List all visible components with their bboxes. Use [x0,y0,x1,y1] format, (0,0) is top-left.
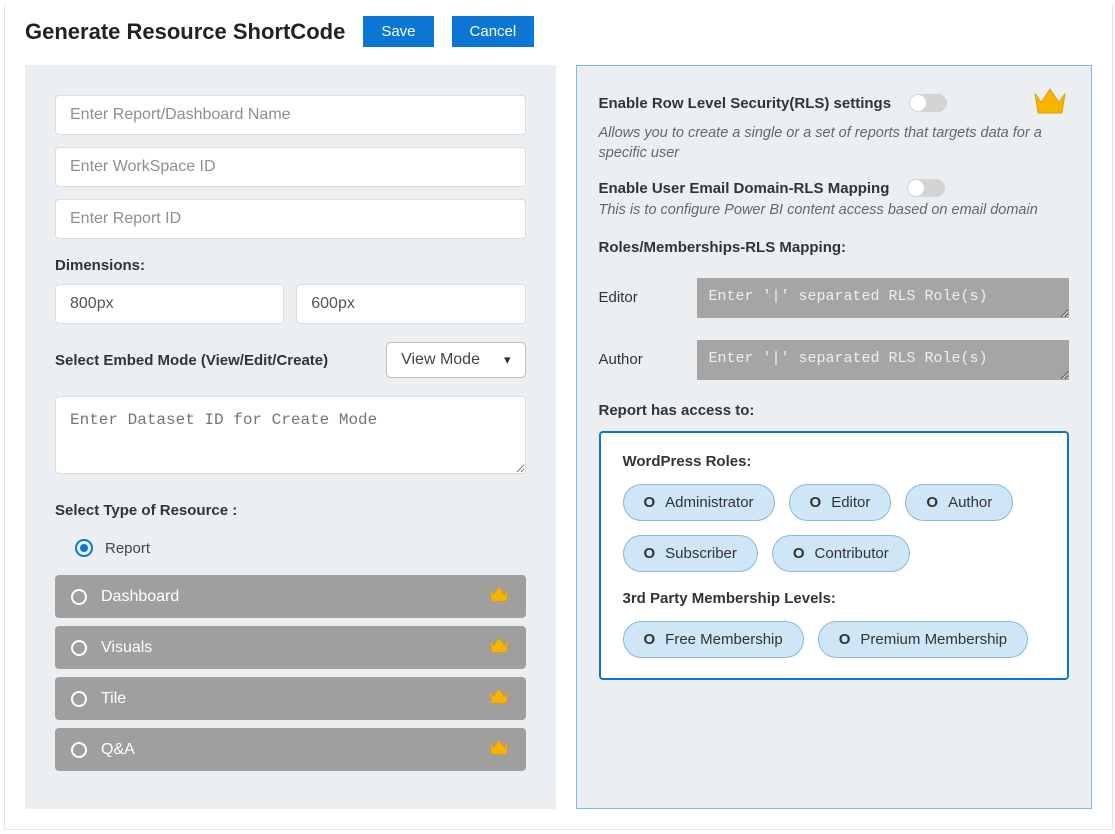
membership-label: 3rd Party Membership Levels: [623,590,1046,607]
wp-roles-label: WordPress Roles: [623,453,1046,470]
dimensions-label: Dimensions: [55,257,526,274]
dimensions-row [55,284,526,336]
crown-icon [488,636,510,659]
cancel-button[interactable]: Cancel [452,16,535,47]
domain-rls-row: Enable User Email Domain-RLS Mapping Thi… [599,179,1070,221]
radio-unselected-icon [71,742,87,758]
resource-type-tile[interactable]: Tile [55,677,526,720]
mapping-editor-row: Editor [599,278,1070,318]
save-button[interactable]: Save [363,16,433,47]
wp-roles-pills: OAdministrator OEditor OAuthor OSubscrib… [623,484,1046,572]
radio-unselected-icon [71,640,87,656]
dataset-id-input[interactable] [55,396,526,474]
panels: Dimensions: Select Embed Mode (View/Edit… [25,65,1092,809]
embed-mode-value: View Mode [401,351,480,369]
rls-toggle[interactable] [909,94,947,112]
header: Generate Resource ShortCode Save Cancel [25,16,1092,47]
circle-icon: O [644,545,656,562]
report-name-input[interactable] [55,95,526,135]
circle-icon: O [793,545,805,562]
resource-type-qa-label: Q&A [101,741,135,759]
resource-type-qa[interactable]: Q&A [55,728,526,771]
chevron-down-icon: ▾ [504,352,511,368]
embed-mode-select[interactable]: View Mode ▾ [386,342,525,378]
crown-icon [1031,86,1069,120]
circle-icon: O [644,494,656,511]
circle-icon: O [810,494,822,511]
resource-type-report-label: Report [105,540,150,557]
circle-icon: O [926,494,938,511]
role-pill-administrator[interactable]: OAdministrator [623,484,775,521]
app-frame: Generate Resource ShortCode Save Cancel … [4,4,1113,830]
workspace-id-input[interactable] [55,147,526,187]
domain-rls-description: This is to configure Power BI content ac… [599,201,1070,221]
width-input[interactable] [55,284,284,324]
resource-type-label: Select Type of Resource : [55,502,526,519]
domain-rls-title: Enable User Email Domain-RLS Mapping [599,180,890,197]
circle-icon: O [644,631,656,648]
crown-icon [488,585,510,608]
membership-pills: OFree Membership OPremium Membership [623,621,1046,658]
role-pill-contributor[interactable]: OContributor [772,535,910,572]
embed-mode-label: Select Embed Mode (View/Edit/Create) [55,352,328,369]
membership-pill-free[interactable]: OFree Membership [623,621,804,658]
rls-description: Allows you to create a single or a set o… [599,124,1070,163]
crown-icon [488,687,510,710]
mapping-author-row: Author [599,340,1070,380]
radio-unselected-icon [71,691,87,707]
radio-selected-icon [75,539,93,557]
resource-type-visuals-label: Visuals [101,639,152,657]
resource-type-visuals[interactable]: Visuals [55,626,526,669]
role-pill-author[interactable]: OAuthor [905,484,1013,521]
report-id-input[interactable] [55,199,526,239]
page-title: Generate Resource ShortCode [25,19,345,45]
mapping-author-input[interactable] [697,340,1070,380]
mapping-editor-input[interactable] [697,278,1070,318]
access-box: WordPress Roles: OAdministrator OEditor … [599,431,1070,680]
rls-setting-row: Enable Row Level Security(RLS) settings … [599,86,1070,163]
mapping-author-label: Author [599,351,679,368]
resource-type-tile-label: Tile [101,690,126,708]
role-pill-subscriber[interactable]: OSubscriber [623,535,758,572]
radio-unselected-icon [71,589,87,605]
left-panel: Dimensions: Select Embed Mode (View/Edit… [25,65,556,809]
height-input[interactable] [296,284,525,324]
rls-title: Enable Row Level Security(RLS) settings [599,95,892,112]
rls-mapping-title: Roles/Memberships-RLS Mapping: [599,239,1070,256]
resource-type-report[interactable]: Report [55,529,526,567]
mapping-editor-label: Editor [599,289,679,306]
embed-mode-row: Select Embed Mode (View/Edit/Create) Vie… [55,342,526,378]
circle-icon: O [839,631,851,648]
right-panel: Enable Row Level Security(RLS) settings … [576,65,1093,809]
resource-type-dashboard-label: Dashboard [101,588,179,606]
domain-rls-toggle[interactable] [907,179,945,197]
role-pill-editor[interactable]: OEditor [789,484,892,521]
resource-type-dashboard[interactable]: Dashboard [55,575,526,618]
crown-icon [488,738,510,761]
membership-pill-premium[interactable]: OPremium Membership [818,621,1028,658]
access-title: Report has access to: [599,402,1070,419]
